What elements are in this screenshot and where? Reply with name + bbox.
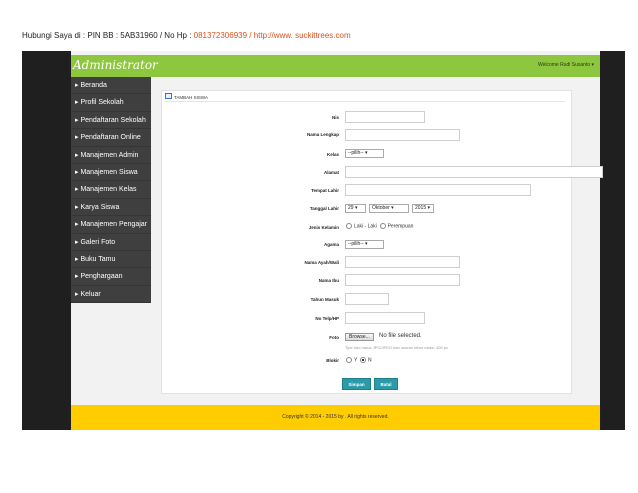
blokir-y-label: Y (354, 357, 358, 364)
file-status: No file selected. (379, 333, 422, 339)
jk-opt2-label: Perempuan (387, 223, 414, 230)
cancel-button[interactable]: Batal (374, 378, 398, 390)
ibu-input[interactable] (345, 274, 460, 286)
jk-options: Laki - Laki Perempuan (346, 223, 413, 229)
label-tempat: Tempat Lahir (311, 188, 339, 193)
sidebar-item-penghargaan[interactable]: ▸ Penghargaan (71, 268, 151, 286)
footer: Copyright © 2014 - 2015 by . All rights … (71, 405, 600, 430)
telp-input[interactable] (345, 312, 425, 324)
form-title: Tambah Siswa (174, 95, 209, 100)
sidebar-item-beranda[interactable]: ▸ Beranda (71, 77, 151, 95)
divider (165, 101, 565, 102)
app-window: Administrator Welcome Rudi Susanto ▾ ▸ B… (71, 51, 603, 430)
sidebar-item-buku-tamu[interactable]: ▸ Buku Tamu (71, 251, 151, 269)
day-select[interactable]: 29 ▾ (345, 204, 366, 213)
kelas-select[interactable]: --pilih-- ▾ (345, 149, 384, 158)
label-ibu: Nama Ibu (318, 278, 339, 283)
top-header: Administrator Welcome Rudi Susanto ▾ (71, 55, 600, 77)
sidebar-item-keluar[interactable]: ▸ Keluar (71, 286, 151, 304)
sidebar-item-pendaftaran-sekolah[interactable]: ▸ Pendaftaran Sekolah (71, 112, 151, 130)
contact-line: Hubungi Saya di : PIN BB : 5AB31960 / No… (22, 31, 351, 40)
label-blokir: Blokir (326, 358, 339, 363)
form-icon (165, 93, 172, 99)
contact-phone: 081372306939 (193, 31, 248, 40)
browse-button[interactable]: Browse... (345, 333, 374, 341)
label-jk: Jenis Kelamin (308, 225, 339, 230)
radio-blokir-y[interactable] (346, 357, 352, 363)
alamat-input[interactable] (345, 166, 603, 178)
nis-input[interactable] (345, 111, 425, 123)
contact-sep: / (247, 31, 254, 40)
label-tahun: Tahun Masuk (310, 297, 339, 302)
year-select[interactable]: 2015 ▾ (412, 204, 434, 213)
sidebar-item-manajemen-kelas[interactable]: ▸ Manajemen Kelas (71, 181, 151, 199)
kelas-value: --pilih-- (348, 150, 364, 156)
sidebar-item-galeri-foto[interactable]: ▸ Galeri Foto (71, 234, 151, 251)
label-ayah: Nama Ayah/Wali (304, 260, 339, 265)
label-alamat: Alamat (323, 170, 339, 175)
foto-hint: Tipe foto harus JPG/JPEG dan ukuran leba… (345, 345, 449, 350)
month-select[interactable]: Oktober ▾ (369, 204, 409, 213)
day-value: 29 (348, 205, 354, 211)
radio-blokir-n[interactable] (360, 357, 367, 363)
label-nis: Nis (331, 115, 339, 120)
sidebar-item-manajemen-pengajar[interactable]: ▸ Manajemen Pengajar (71, 216, 151, 234)
year-value: 2015 (415, 205, 427, 211)
label-telp: No Telp/HP (315, 316, 339, 321)
radio-perempuan[interactable] (379, 223, 386, 229)
tempat-input[interactable] (345, 184, 531, 196)
jk-opt1-label: Laki - Laki (354, 223, 377, 230)
label-foto: Foto (329, 335, 339, 340)
blokir-n-label: N (368, 357, 372, 364)
sidebar-item-manajemen-siswa[interactable]: ▸ Manajemen Siswa (71, 164, 151, 182)
tahun-input[interactable] (345, 293, 389, 305)
sidebar-item-pendaftaran-online[interactable]: ▸ Pendaftaran Online (71, 129, 151, 147)
nama-input[interactable] (345, 129, 460, 141)
agama-select[interactable]: --pilih-- ▾ (345, 240, 384, 249)
contact-prefix: Hubungi Saya di : PIN BB : 5AB31960 / No… (22, 31, 194, 40)
label-tanggal: Tanggal Lahir (309, 206, 339, 211)
app-frame: Administrator Welcome Rudi Susanto ▾ ▸ B… (22, 51, 625, 430)
label-agama: Agama (323, 242, 339, 247)
agama-value: --pilih-- (348, 241, 364, 247)
form-panel: Tambah Siswa Nis Nama Lengkap Kelas --pi… (161, 90, 603, 394)
contact-url[interactable]: http://www. suckittrees.com (254, 31, 351, 40)
sidebar: ▸ Beranda ▸ Profil Sekolah ▸ Pendaftaran… (71, 77, 151, 304)
blokir-options: Y N (346, 357, 372, 363)
user-menu[interactable]: Welcome Rudi Susanto ▾ (538, 62, 594, 68)
copyright: Copyright © 2014 - 2015 by . All rights … (282, 414, 389, 420)
sidebar-item-profil-sekolah[interactable]: ▸ Profil Sekolah (71, 94, 151, 112)
label-kelas: Kelas (326, 152, 339, 157)
sidebar-item-karya-siswa[interactable]: ▸ Karya Siswa (71, 199, 151, 217)
sidebar-item-manajemen-admin[interactable]: ▸ Manajemen Admin (71, 147, 151, 164)
ayah-input[interactable] (345, 256, 460, 268)
radio-laki[interactable] (346, 223, 352, 229)
save-button[interactable]: Simpan (342, 378, 371, 390)
month-value: Oktober (372, 205, 390, 211)
label-nama: Nama Lengkap (306, 132, 339, 137)
brand-title[interactable]: Administrator (73, 58, 158, 72)
